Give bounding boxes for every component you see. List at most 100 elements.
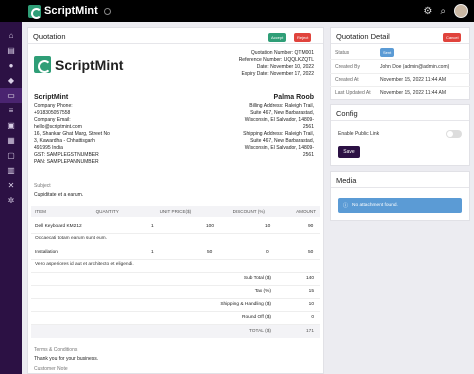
sidebar: ⌂ ▤ ● ◆ ▭ ≡ ▣ ▦ ▢ ▥ ✕ ✲ bbox=[0, 22, 22, 374]
item-qty: 1 bbox=[151, 224, 154, 229]
company-line: 491995 India bbox=[34, 145, 63, 151]
box-icon[interactable]: ▣ bbox=[0, 118, 22, 133]
company-line: Company Email: bbox=[34, 117, 71, 123]
divider bbox=[330, 86, 470, 87]
item-description: Vero asperiores id aut et architecto et … bbox=[35, 262, 134, 267]
reference-number: Reference Number: UQQLKZQTL bbox=[238, 57, 314, 63]
item-price: 50 bbox=[207, 250, 213, 255]
company-line: GST: SAMPLEGSTNUMBER bbox=[34, 152, 99, 158]
status-label: Status bbox=[335, 50, 350, 56]
col-unit-price: UNIT PRICE($) bbox=[122, 206, 196, 217]
company-line: 16, Shankar Ghat Marg, Street No bbox=[34, 131, 110, 137]
item-discount: 10 bbox=[265, 224, 271, 229]
gear-icon[interactable]: ✲ bbox=[0, 193, 22, 208]
updated-at-value: November 15, 2022 11:44 AM bbox=[380, 90, 447, 96]
item-description: Occaecati totam earum sunt eum. bbox=[35, 236, 107, 241]
total-label: Tax (%) bbox=[254, 289, 271, 294]
divider bbox=[330, 73, 470, 74]
total-value: 15 bbox=[308, 289, 314, 294]
brand-logo-icon bbox=[28, 4, 42, 19]
no-attachment-alert: ⓘ No attachment found. bbox=[338, 198, 462, 213]
col-quantity: QUANTITY bbox=[65, 206, 123, 217]
customer-note-label: Customer Note bbox=[34, 366, 68, 372]
search-icon[interactable]: ⌕ bbox=[440, 6, 446, 17]
item-amount: 90 bbox=[308, 224, 314, 229]
shipping-line: Wisconsin, El Salvador, 14809- bbox=[244, 145, 314, 151]
created-by-value: John Doe (admin@admin.com) bbox=[380, 64, 450, 70]
public-link-toggle[interactable] bbox=[446, 130, 462, 138]
avatar[interactable] bbox=[454, 4, 468, 18]
col-item: ITEM bbox=[31, 206, 66, 217]
total-value: 140 bbox=[305, 276, 314, 281]
created-at-value: November 15, 2022 11:44 AM bbox=[380, 77, 447, 83]
item-name: Dell Keyboard KM212 bbox=[35, 224, 82, 229]
settings-icon[interactable]: ⚙ bbox=[423, 6, 432, 17]
tools-icon[interactable]: ✕ bbox=[0, 178, 22, 193]
billing-line: Wisconsin, El Salvador, 14809- bbox=[244, 117, 314, 123]
user-icon[interactable]: ● bbox=[0, 58, 22, 73]
divider bbox=[31, 311, 320, 312]
home-icon[interactable]: ⌂ bbox=[0, 28, 22, 43]
brand[interactable]: ScriptMint bbox=[28, 4, 98, 19]
table-header-row: ITEM QUANTITY UNIT PRICE($) DISCOUNT (%)… bbox=[31, 206, 320, 217]
company-line: +918305057558 bbox=[34, 110, 71, 116]
divider bbox=[31, 272, 320, 273]
created-at-label: Created At bbox=[335, 77, 359, 83]
total-label: Round Off ($) bbox=[242, 315, 271, 320]
divider bbox=[31, 298, 320, 299]
items-table: ITEM QUANTITY UNIT PRICE($) DISCOUNT (%)… bbox=[31, 206, 320, 217]
accept-button[interactable]: Accept bbox=[268, 33, 287, 42]
total-value: 0 bbox=[311, 315, 314, 320]
quotation-number: Quotation Number: QTM001 bbox=[250, 50, 314, 56]
wallet-icon[interactable]: ▦ bbox=[0, 133, 22, 148]
media-card: Media bbox=[330, 171, 470, 221]
reject-button[interactable]: Reject bbox=[294, 33, 312, 42]
updated-at-label: Last Updated At bbox=[335, 90, 371, 96]
divider bbox=[330, 59, 470, 60]
company-line: PAN: SAMPLEPANNUMBER bbox=[34, 159, 99, 165]
billing-line: Suite 467, New Barbarastad, bbox=[250, 110, 314, 116]
users-icon[interactable]: ◆ bbox=[0, 73, 22, 88]
grand-total-row bbox=[31, 325, 320, 338]
total-value: 10 bbox=[308, 302, 314, 307]
save-button[interactable]: Save bbox=[338, 146, 360, 158]
item-amount: 50 bbox=[308, 250, 314, 255]
total-label: Shipping & Handling ($) bbox=[220, 302, 271, 307]
quotation-logo: ScriptMint bbox=[34, 56, 123, 73]
top-bar: ScriptMint ⚙ ⌕ bbox=[0, 0, 474, 22]
billing-line: 2561 bbox=[302, 124, 314, 130]
card-title: Config bbox=[331, 105, 469, 121]
item-discount: 0 bbox=[266, 250, 269, 255]
sidebar-toggle-icon[interactable] bbox=[103, 7, 111, 15]
no-attachment-text: No attachment found. bbox=[352, 203, 398, 208]
divider bbox=[31, 285, 320, 286]
company-name: ScriptMint bbox=[34, 94, 69, 101]
created-by-label: Created By bbox=[335, 64, 361, 70]
list-icon[interactable]: ≡ bbox=[0, 103, 22, 118]
logo-text: ScriptMint bbox=[55, 56, 124, 73]
subject-label: Subject bbox=[34, 183, 51, 189]
quotation-date: Date: November 10, 2022 bbox=[256, 64, 314, 70]
card-title: Media bbox=[331, 172, 469, 188]
calendar-icon[interactable]: ▢ bbox=[0, 148, 22, 163]
col-discount: DISCOUNT (%) bbox=[195, 206, 269, 217]
shipping-line: 2561 bbox=[302, 152, 314, 158]
terms-label: Terms & Conditions bbox=[34, 347, 78, 353]
total-label: Sub Total ($) bbox=[243, 276, 271, 281]
col-amount: AMOUNT bbox=[268, 206, 320, 217]
grand-total-label: TOTAL ($) bbox=[248, 329, 271, 334]
item-price: 100 bbox=[206, 224, 215, 229]
company-line: 3, Kawardha - Chhattisgarh bbox=[34, 138, 95, 144]
contacts-icon[interactable]: ▥ bbox=[0, 163, 22, 178]
folder-icon[interactable]: ▤ bbox=[0, 43, 22, 58]
card-icon[interactable]: ▭ bbox=[0, 88, 22, 103]
cancel-button[interactable]: Cancel bbox=[443, 33, 462, 42]
shipping-line: Suite 467, New Barbarastad, bbox=[250, 138, 314, 144]
grand-total-value: 171 bbox=[305, 329, 314, 334]
company-line: hello@scriptmint.com bbox=[34, 124, 82, 130]
quotation-card: Quotation bbox=[27, 27, 324, 374]
shipping-line: Shipping Address: Raleigh Trail, bbox=[243, 131, 314, 137]
brand-name: ScriptMint bbox=[44, 5, 98, 17]
customer-name: Palma Roob bbox=[273, 94, 314, 101]
table-row: Installation 1 50 0 50 bbox=[31, 245, 320, 260]
